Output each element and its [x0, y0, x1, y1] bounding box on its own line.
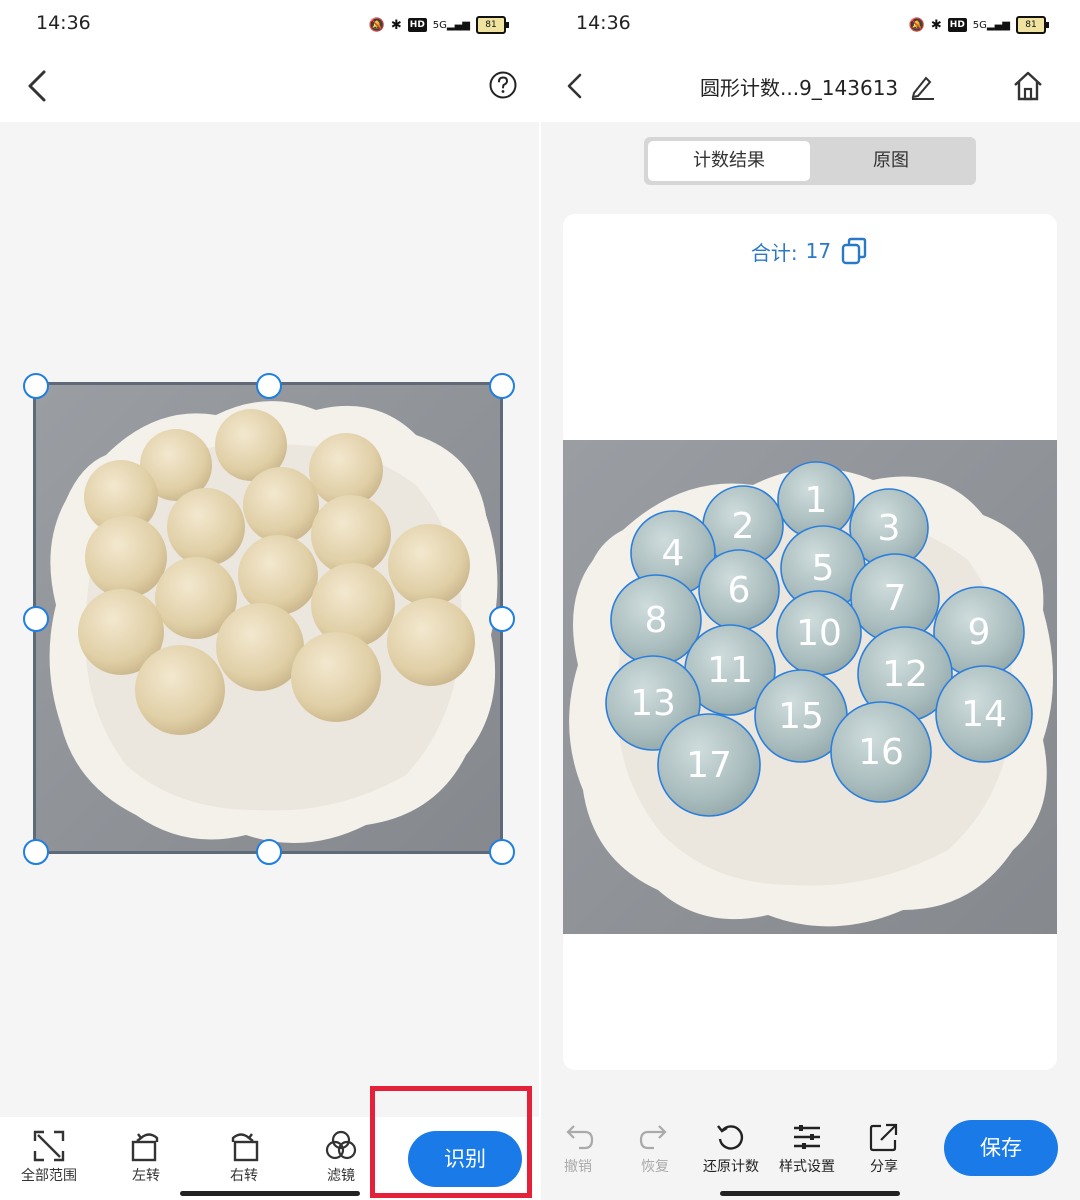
- tab-original[interactable]: 原图: [810, 141, 972, 181]
- ball-number-label: 6: [728, 570, 751, 611]
- ball-number-label: 8: [645, 600, 668, 641]
- crop-handle-left[interactable]: [23, 606, 49, 632]
- status-time: 14:36: [576, 12, 631, 34]
- highlight-box: [370, 1086, 532, 1198]
- ball-number-label: 13: [630, 683, 676, 724]
- rotate-left-label: 左转: [132, 1168, 160, 1184]
- crop-handle-bottom[interactable]: [256, 839, 282, 865]
- filter-icon: [325, 1130, 357, 1160]
- ball-number-label: 3: [878, 508, 901, 549]
- style-settings-button[interactable]: 样式设置: [769, 1122, 845, 1176]
- result-card: 合计: 17 1 2 3 4 5 6 7 8 9 10 11 12 13 14 …: [563, 214, 1057, 1070]
- copy-icon[interactable]: [839, 236, 869, 266]
- ball-number-label: 17: [686, 745, 732, 786]
- rotate-left-button[interactable]: 左转: [106, 1127, 186, 1193]
- style-settings-label: 样式设置: [779, 1159, 835, 1175]
- ball-number-label: 10: [796, 613, 842, 654]
- crop-handle-top[interactable]: [256, 373, 282, 399]
- battery-icon: 81: [476, 16, 509, 34]
- result-screen: 14:36 🔕 ✱ HD 5G▂▄▆ 81 圆形计数...9_143613 计数…: [540, 0, 1080, 1200]
- home-indicator[interactable]: [720, 1191, 900, 1196]
- ball-number-label: 14: [961, 694, 1007, 735]
- ball-number-label: 12: [882, 654, 928, 695]
- share-label: 分享: [870, 1159, 898, 1175]
- title-row: 圆形计数...9_143613: [700, 72, 936, 101]
- crop-handle-right[interactable]: [489, 606, 515, 632]
- signal-icon: 5G▂▄▆: [972, 19, 1010, 31]
- tab-count-result[interactable]: 计数结果: [648, 141, 810, 181]
- full-range-button[interactable]: 全部范围: [9, 1127, 89, 1193]
- share-icon: [869, 1123, 898, 1152]
- crop-handle-bottom-right[interactable]: [489, 839, 515, 865]
- reset-count-button[interactable]: 还原计数: [693, 1122, 769, 1176]
- home-icon[interactable]: [1012, 70, 1044, 102]
- hd-icon: HD: [407, 18, 427, 32]
- filter-button[interactable]: 滤镜: [301, 1127, 381, 1193]
- mute-icon: 🔕: [908, 17, 925, 33]
- ball-number-label: 9: [968, 612, 991, 653]
- rotate-right-button[interactable]: 右转: [204, 1127, 284, 1193]
- reset-icon: [717, 1125, 744, 1150]
- signal-icon: 5G▂▄▆: [432, 19, 470, 31]
- share-button[interactable]: 分享: [846, 1122, 922, 1176]
- source-photo: [36, 385, 502, 852]
- battery-icon: 81: [1016, 16, 1049, 34]
- redo-button[interactable]: 恢复: [617, 1122, 693, 1176]
- status-bar: 14:36 🔕 ✱ HD 5G▂▄▆ 81: [540, 0, 1080, 50]
- crop-handle-bottom-left[interactable]: [23, 839, 49, 865]
- total-label: 合计:: [750, 240, 798, 265]
- crop-handle-top-left[interactable]: [23, 373, 49, 399]
- edit-icon[interactable]: [908, 73, 936, 101]
- total-value: 17: [805, 239, 832, 263]
- result-toolbar: 撤销 恢复 还原计数 样式设置 分享 保存: [540, 1106, 1080, 1200]
- crop-screen: 14:36 🔕 ✱ HD 5G▂▄▆ 81 全部范围 左转 右转 滤镜 识别: [0, 0, 540, 1200]
- bluetooth-icon: ✱: [390, 17, 402, 33]
- help-icon[interactable]: [488, 70, 518, 100]
- view-switch: 计数结果 原图: [644, 137, 976, 185]
- hd-icon: HD: [947, 18, 967, 32]
- full-range-label: 全部范围: [21, 1168, 77, 1184]
- back-icon[interactable]: [20, 66, 60, 106]
- ball-number-label: 2: [732, 506, 755, 547]
- home-indicator[interactable]: [180, 1191, 360, 1196]
- rotate-left-icon: [131, 1133, 159, 1162]
- total-row: 合计: 17: [563, 236, 1057, 266]
- rotate-right-label: 右转: [230, 1168, 258, 1184]
- undo-label: 撤销: [564, 1159, 592, 1175]
- ball-number-label: 1: [805, 480, 828, 521]
- ball-number-label: 4: [662, 533, 685, 574]
- status-icons: 🔕 ✱ HD 5G▂▄▆ 81: [908, 14, 1049, 36]
- ball-number-label: 11: [707, 650, 753, 691]
- bluetooth-icon: ✱: [930, 17, 942, 33]
- ball-number-label: 16: [858, 732, 904, 773]
- redo-icon: [639, 1125, 667, 1150]
- top-bar: [0, 50, 540, 122]
- sliders-icon: [794, 1125, 820, 1149]
- mute-icon: 🔕: [368, 17, 385, 33]
- status-icons: 🔕 ✱ HD 5G▂▄▆ 81: [368, 14, 509, 36]
- back-icon[interactable]: [558, 68, 594, 104]
- result-photo: 1 2 3 4 5 6 7 8 9 10 11 12 13 14 15 16 17: [563, 440, 1057, 934]
- status-bar: 14:36 🔕 ✱ HD 5G▂▄▆ 81: [0, 0, 540, 50]
- ball-number-label: 5: [812, 548, 835, 589]
- undo-button[interactable]: 撤销: [540, 1122, 616, 1176]
- status-time: 14:36: [36, 12, 91, 34]
- crop-handle-top-right[interactable]: [489, 373, 515, 399]
- reset-count-label: 还原计数: [703, 1159, 759, 1175]
- page-title: 圆形计数...9_143613: [700, 76, 899, 100]
- top-bar: 圆形计数...9_143613: [540, 50, 1080, 122]
- rotate-right-icon: [231, 1133, 259, 1162]
- divider: [539, 0, 541, 1200]
- ball-number-label: 7: [884, 578, 907, 619]
- expand-icon: [33, 1130, 65, 1162]
- undo-icon: [566, 1125, 594, 1150]
- ball-number-label: 15: [778, 696, 824, 737]
- save-button[interactable]: 保存: [944, 1120, 1058, 1176]
- redo-label: 恢复: [641, 1159, 669, 1175]
- filter-label: 滤镜: [327, 1168, 355, 1184]
